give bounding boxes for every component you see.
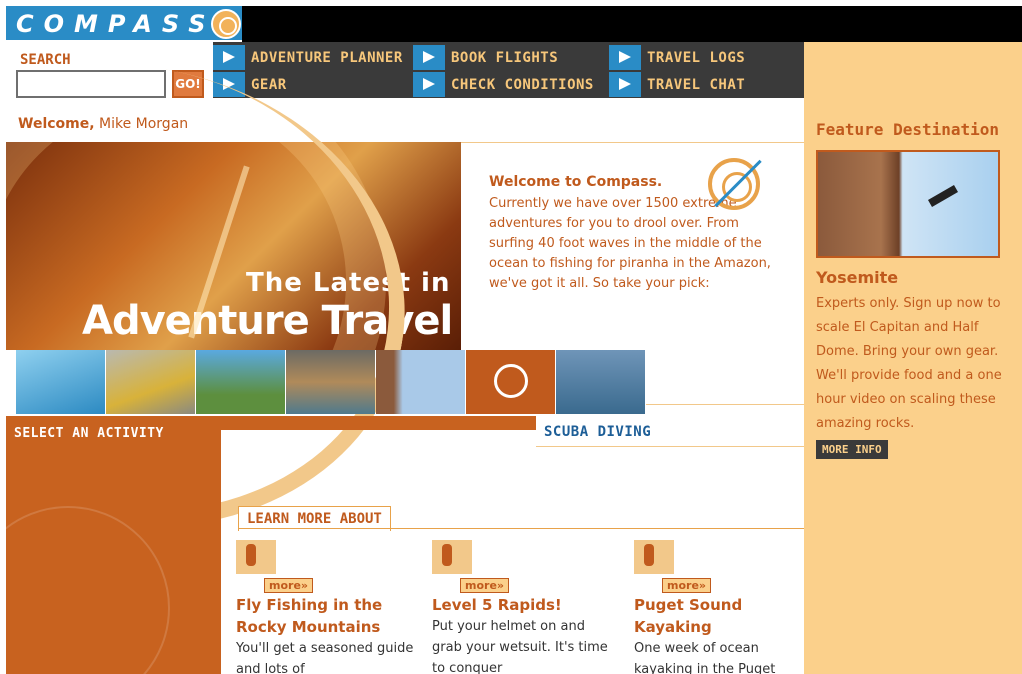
intro-title: Welcome to Compass. (489, 174, 663, 190)
main-nav: ADVENTURE PLANNER BOOK FLIGHTS TRAVEL LO… (213, 42, 804, 98)
feature-photo[interactable] (816, 150, 1000, 258)
compass-activity[interactable] (466, 350, 555, 414)
select-activity-label: SELECT AN ACTIVITY (14, 426, 164, 441)
rafting-illustration (432, 540, 472, 574)
kayak-illustration (634, 540, 674, 574)
arrow-flag-icon (213, 72, 245, 97)
sidebar-panel (6, 416, 221, 674)
nav-label: BOOK FLIGHTS (451, 49, 559, 66)
nav-label: GEAR (251, 76, 287, 93)
search-go-button[interactable]: GO! (172, 70, 204, 98)
more-button[interactable]: more» (264, 578, 314, 593)
more-button[interactable]: more» (460, 578, 510, 593)
nav-label: TRAVEL LOGS (647, 49, 746, 66)
user-name: Mike Morgan (99, 116, 189, 132)
card-kayaking: more» Puget Sound Kayaking One week of o… (634, 540, 814, 674)
card-title[interactable]: Fly Fishing in the Rocky Mountains (236, 594, 416, 638)
more-button[interactable]: more» (662, 578, 712, 593)
divider (536, 446, 804, 447)
hero-banner: The Latest in Adventure Travel (6, 142, 461, 350)
activity-strip (16, 350, 646, 414)
nav-book-flights[interactable]: BOOK FLIGHTS (413, 45, 558, 70)
hero-line-2: Adventure Travel (82, 298, 453, 344)
welcome-message: Welcome, Mike Morgan (18, 116, 188, 132)
climbing-photo[interactable] (376, 350, 465, 414)
nav-label: ADVENTURE PLANNER (251, 49, 403, 66)
fishing-illustration (236, 540, 276, 574)
logo-text: COMPASS (16, 10, 216, 38)
search-label: SEARCH (20, 52, 71, 68)
card-rapids: more» Level 5 Rapids! Put your helmet on… (432, 540, 612, 674)
search-input[interactable] (16, 70, 166, 98)
arrow-flag-icon (213, 45, 245, 70)
arrow-flag-icon (609, 72, 641, 97)
nav-adventure-planner[interactable]: ADVENTURE PLANNER (213, 45, 403, 70)
logo[interactable]: COMPASS (6, 6, 242, 42)
feature-name[interactable]: Yosemite (816, 268, 898, 287)
nav-label: CHECK CONDITIONS (451, 76, 594, 93)
fishing-photo[interactable] (556, 350, 645, 414)
divider (461, 142, 804, 143)
card-body: One week of ocean kayaking in the Puget (634, 641, 776, 674)
current-activity-label: SCUBA DIVING (544, 424, 652, 440)
compass-icon (708, 158, 760, 210)
kayak-icon: more» (634, 540, 712, 593)
arrow-flag-icon (413, 72, 445, 97)
arrow-flag-icon (413, 45, 445, 70)
arrow-flag-icon (609, 45, 641, 70)
welcome-prefix: Welcome, (18, 116, 95, 132)
nav-gear[interactable]: GEAR (213, 72, 287, 97)
fishing-icon: more» (236, 540, 314, 593)
hero-line-1: The Latest in (246, 268, 451, 298)
biking-photo[interactable] (196, 350, 285, 414)
card-body: You'll get a seasoned guide and lots of (236, 641, 414, 674)
page: COMPASS ADVENTURE PLANNER BOOK FLIGHTS T… (6, 6, 1022, 674)
nav-check-conditions[interactable]: CHECK CONDITIONS (413, 72, 594, 97)
nav-travel-logs[interactable]: TRAVEL LOGS (609, 45, 745, 70)
card-body: Put your helmet on and grab your wetsuit… (432, 619, 608, 674)
nav-label: TRAVEL CHAT (647, 76, 746, 93)
more-info-button[interactable]: MORE INFO (816, 440, 888, 459)
kayak-photo[interactable] (106, 350, 195, 414)
feature-heading: Feature Destination (816, 120, 1000, 139)
divider (238, 528, 804, 529)
compass-icon (211, 9, 241, 39)
compass-icon (494, 364, 528, 398)
nav-travel-chat[interactable]: TRAVEL CHAT (609, 72, 745, 97)
card-fly-fishing: more» Fly Fishing in the Rocky Mountains… (236, 540, 416, 674)
rafting-photo[interactable] (286, 350, 375, 414)
surfing-photo[interactable] (16, 350, 105, 414)
feature-body: Experts only. Sign up now to scale El Ca… (816, 296, 1002, 431)
rafting-icon: more» (432, 540, 510, 593)
card-title[interactable]: Puget Sound Kayaking (634, 594, 814, 638)
divider (646, 404, 804, 405)
card-title[interactable]: Level 5 Rapids! (432, 594, 612, 616)
